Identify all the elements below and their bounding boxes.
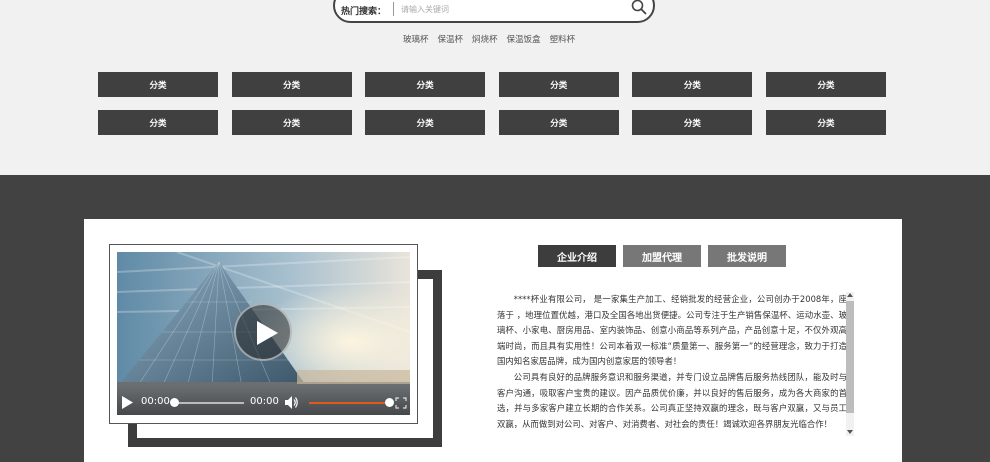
scroll-down-arrow-icon[interactable] — [847, 430, 853, 434]
seek-knob[interactable] — [170, 398, 179, 407]
category-button[interactable]: 分类 — [98, 110, 218, 135]
seek-slider[interactable] — [170, 398, 244, 407]
search-bar: 热门搜索： — [333, 0, 655, 23]
intro-scrollbar[interactable] — [846, 292, 854, 436]
duration-time: 00:00 — [250, 396, 279, 407]
hotword-link[interactable]: 保温饭盒 — [507, 33, 541, 45]
search-label: 热门搜索： — [341, 7, 387, 17]
play-button-overlay[interactable] — [234, 303, 292, 361]
volume-slider[interactable] — [309, 398, 394, 407]
volume-icon[interactable] — [285, 396, 299, 409]
play-icon — [257, 321, 278, 345]
tab-wholesale[interactable]: 批发说明 — [708, 245, 786, 267]
top-section: 热门搜索： 玻璃杯 保温杯 焖烧杯 保温饭盒 塑料杯 分类 分类 分类 分类 分… — [0, 0, 990, 175]
scroll-thumb[interactable] — [846, 301, 854, 413]
tab-company-intro[interactable]: 企业介绍 — [538, 245, 616, 267]
category-button[interactable]: 分类 — [498, 110, 619, 135]
category-button[interactable]: 分类 — [765, 110, 886, 135]
category-button[interactable]: 分类 — [632, 110, 753, 135]
fullscreen-icon[interactable] — [395, 397, 407, 409]
intro-paragraph: ****杯业有限公司， 是一家集生产加工、经销批发的经营企业，公司创办于2008… — [497, 294, 847, 367]
category-button[interactable]: 分类 — [365, 110, 486, 135]
hotword-link[interactable]: 塑料杯 — [550, 33, 576, 45]
category-button[interactable]: 分类 — [365, 72, 486, 97]
category-button[interactable]: 分类 — [632, 72, 753, 97]
tab-franchise[interactable]: 加盟代理 — [623, 245, 701, 267]
video-controls: 00:00 00:00 — [117, 385, 410, 415]
play-icon[interactable] — [121, 396, 133, 409]
search-icon[interactable] — [631, 0, 647, 15]
category-grid: 分类 分类 分类 分类 分类 分类 分类 分类 分类 分类 分类 分类 — [98, 72, 886, 135]
scroll-up-arrow-icon[interactable] — [847, 293, 853, 297]
category-button[interactable]: 分类 — [765, 72, 886, 97]
hotwords-list: 玻璃杯 保温杯 焖烧杯 保温饭盒 塑料杯 — [403, 33, 575, 45]
search-input[interactable] — [401, 2, 621, 16]
category-button[interactable]: 分类 — [98, 72, 218, 97]
volume-knob[interactable] — [385, 398, 394, 407]
hotword-link[interactable]: 焖烧杯 — [472, 33, 498, 45]
hotword-link[interactable]: 保温杯 — [438, 33, 464, 45]
category-button[interactable]: 分类 — [231, 72, 352, 97]
hotword-link[interactable]: 玻璃杯 — [403, 33, 429, 45]
intro-paragraph: 公司具有良好的品牌服务意识和服务渠道，并专门设立品牌售后服务热线团队，能及时与客… — [497, 371, 847, 429]
current-time: 00:00 — [141, 396, 170, 407]
company-intro-text[interactable]: ****杯业有限公司， 是一家集生产加工、经销批发的经营企业，公司创办于2008… — [497, 292, 847, 436]
category-button[interactable]: 分类 — [498, 72, 619, 97]
video-player[interactable]: 00:00 00:00 — [117, 252, 410, 415]
about-tabs: 企业介绍 加盟代理 批发说明 — [538, 245, 786, 267]
volume-level — [309, 402, 389, 404]
search-divider — [393, 2, 394, 16]
category-button[interactable]: 分类 — [231, 110, 352, 135]
